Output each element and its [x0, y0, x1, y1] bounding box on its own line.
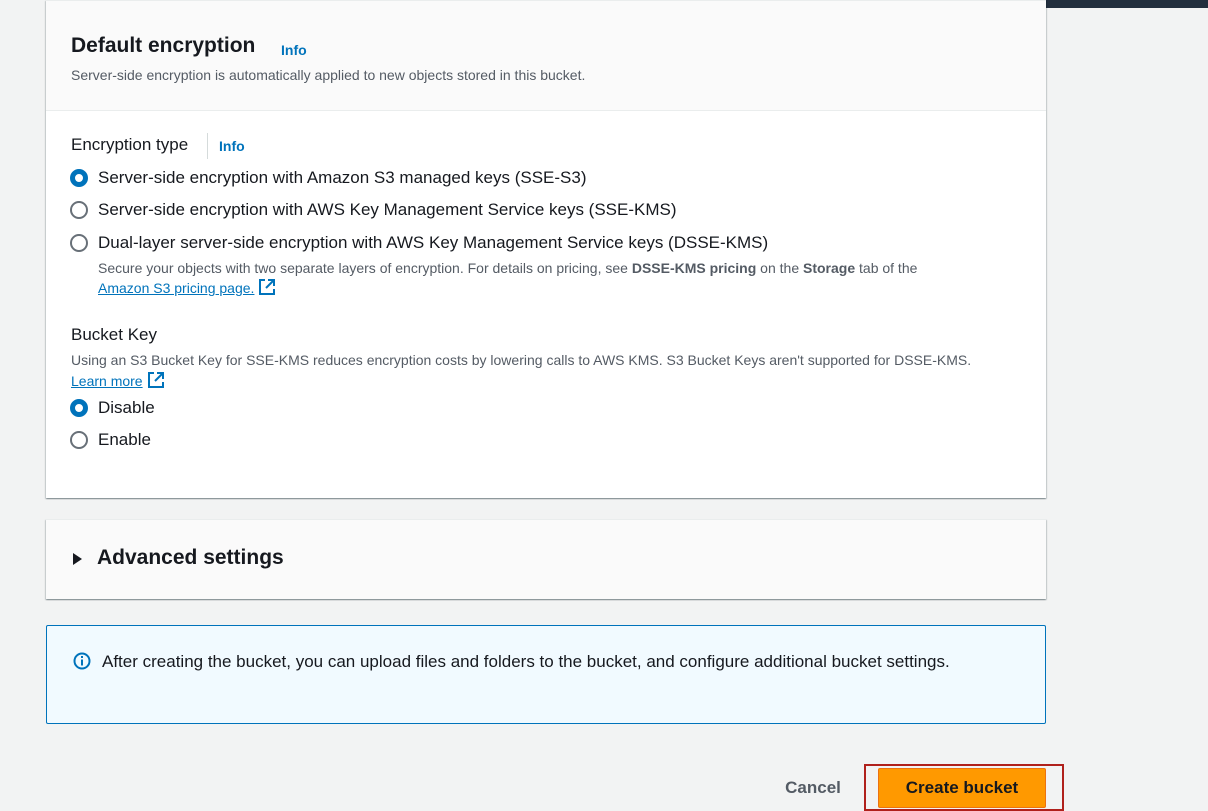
- encryption-type-info-link[interactable]: Info: [219, 138, 245, 154]
- external-link-icon[interactable]: [258, 278, 276, 296]
- radio-label: Disable: [98, 398, 155, 417]
- info-alert: After creating the bucket, you can uploa…: [46, 625, 1046, 724]
- radio-sse-s3[interactable]: Server-side encryption with Amazon S3 ma…: [70, 168, 587, 188]
- radio-label: Server-side encryption with AWS Key Mana…: [98, 200, 677, 219]
- radio-bucket-key-disable[interactable]: Disable: [70, 398, 155, 418]
- radio-button-selected[interactable]: [70, 169, 88, 187]
- description-bold: Storage: [803, 260, 856, 276]
- encryption-info-link[interactable]: Info: [281, 42, 307, 58]
- radio-label: Enable: [98, 430, 151, 449]
- advanced-settings-toggle[interactable]: Advanced settings: [46, 519, 1046, 599]
- radio-button[interactable]: [70, 234, 88, 252]
- radio-button[interactable]: [70, 201, 88, 219]
- bucket-key-description: Using an S3 Bucket Key for SSE-KMS reduc…: [71, 350, 1001, 392]
- alert-text: After creating the bucket, you can uploa…: [102, 652, 950, 671]
- panel-header: Default encryption Info Server-side encr…: [46, 1, 1046, 111]
- learn-more-link[interactable]: Learn more: [71, 373, 143, 389]
- caret-right-icon[interactable]: [73, 553, 82, 565]
- bucket-key-label: Bucket Key: [71, 325, 157, 344]
- description-text: on the: [756, 260, 803, 276]
- dsse-kms-description: Secure your objects with two separate la…: [98, 258, 1028, 298]
- external-link-icon[interactable]: [147, 371, 165, 389]
- description-text: Secure your objects with two separate la…: [98, 260, 632, 276]
- description-text: tab of the: [855, 260, 918, 276]
- description-bold: DSSE-KMS pricing: [631, 260, 757, 276]
- divider: [207, 133, 208, 159]
- radio-sse-kms[interactable]: Server-side encryption with AWS Key Mana…: [70, 200, 677, 220]
- default-encryption-panel: Default encryption Info Server-side encr…: [46, 0, 1046, 498]
- link-label: Learn more: [71, 373, 143, 389]
- encryption-type-label: Encryption type: [71, 135, 189, 154]
- info-circle-icon: [73, 652, 91, 670]
- radio-label: Dual-layer server-side encryption with A…: [98, 233, 769, 252]
- link-label: Amazon S3 pricing page.: [98, 280, 255, 296]
- panel-title: Default encryption: [71, 34, 256, 57]
- panel-description: Server-side encryption is automatically …: [71, 67, 586, 83]
- create-bucket-button[interactable]: Create bucket: [878, 768, 1046, 808]
- advanced-settings-title[interactable]: Advanced settings: [97, 546, 284, 570]
- radio-dsse-kms[interactable]: Dual-layer server-side encryption with A…: [70, 233, 768, 253]
- radio-button[interactable]: [70, 431, 88, 449]
- cancel-button[interactable]: Cancel: [773, 774, 853, 802]
- radio-bucket-key-enable[interactable]: Enable: [70, 430, 151, 450]
- radio-button-selected[interactable]: [70, 399, 88, 417]
- s3-pricing-link[interactable]: Amazon S3 pricing page.: [98, 280, 254, 296]
- description-text: Using an S3 Bucket Key for SSE-KMS reduc…: [71, 352, 972, 368]
- radio-label: Server-side encryption with Amazon S3 ma…: [98, 168, 587, 187]
